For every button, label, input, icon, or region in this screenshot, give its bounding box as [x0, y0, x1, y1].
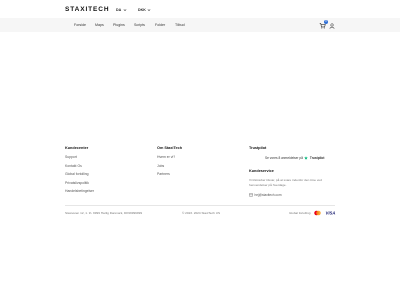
main-nav: Forside Maps Plugins Scripts Folder Tilb… [0, 18, 400, 32]
global-link[interactable]: Global fortolling [289, 211, 311, 215]
nav-item-forside[interactable]: Forside [74, 23, 86, 27]
mail-icon [249, 193, 253, 197]
nav-item-plugins[interactable]: Plugins [113, 23, 125, 27]
footer-divider [65, 205, 335, 206]
nav-item-scripts[interactable]: Scripts [134, 23, 145, 27]
user-icon[interactable] [329, 23, 335, 29]
nav-item-maps[interactable]: Maps [95, 23, 104, 27]
language-label: DA [116, 8, 122, 12]
footer-link-support[interactable]: Support [65, 155, 77, 159]
email-link[interactable]: hej@staxitech.com [249, 193, 281, 197]
footer-link-privacy[interactable]: Privatslivspolitik [65, 181, 89, 185]
company-address: Staxiveien 12, 1. th. 9999 Harlig Danmar… [65, 211, 143, 215]
visa-icon: VISA [326, 211, 336, 216]
footer [0, 142, 400, 198]
copyright: © 2023. 2024 StaxiTech US [182, 211, 221, 215]
trustpilot-star-icon [304, 156, 309, 160]
chevron-down-icon [147, 9, 151, 11]
currency-label: DKK [138, 8, 146, 12]
footer-col-title-om: Om StaxiTech [157, 146, 183, 150]
footer-link-partners[interactable]: Partners [157, 172, 170, 176]
nav-item-tilbud[interactable]: Tilbud [175, 23, 185, 27]
cart-count-badge: 0 [324, 20, 328, 24]
footer-link-kontakt[interactable]: Kontakt Os [65, 164, 82, 168]
footer-col-title-trustpilot: Trustpilot [249, 146, 267, 150]
trustpilot-text: Se vores 8 anmeldelser på [265, 156, 303, 160]
footer-link-terms[interactable]: Handelsbetingelser [65, 189, 94, 193]
currency-selector[interactable]: DKK [138, 8, 151, 12]
nav-item-folder[interactable]: Folder [155, 23, 165, 27]
footer-col-title-kundeservice: Kundeservice [249, 169, 274, 173]
visa-label: VISA [326, 211, 336, 216]
trustpilot-brand: Trustpilot [309, 156, 325, 160]
site-logo[interactable]: STAXITECH [65, 6, 109, 13]
footer-link-jobs[interactable]: Jobs [157, 164, 164, 168]
language-selector[interactable]: DA [116, 8, 127, 12]
footer-link-hvem[interactable]: Hvem er vi? [157, 155, 175, 159]
kundeservice-text: Vi tilstræber tilsvar, på at svare inden… [249, 178, 322, 187]
trustpilot-link[interactable]: Se vores 8 anmeldelser på Trustpilot [265, 156, 324, 160]
footer-link-global[interactable]: Global fortolling [65, 172, 89, 176]
footer-col-title-kundecenter: Kundecenter [65, 146, 89, 150]
chevron-down-icon [123, 9, 127, 11]
top-header: STAXITECH DA DKK [0, 0, 400, 18]
mastercard-icon [314, 210, 321, 216]
email-text: hej@staxitech.com [254, 193, 282, 197]
